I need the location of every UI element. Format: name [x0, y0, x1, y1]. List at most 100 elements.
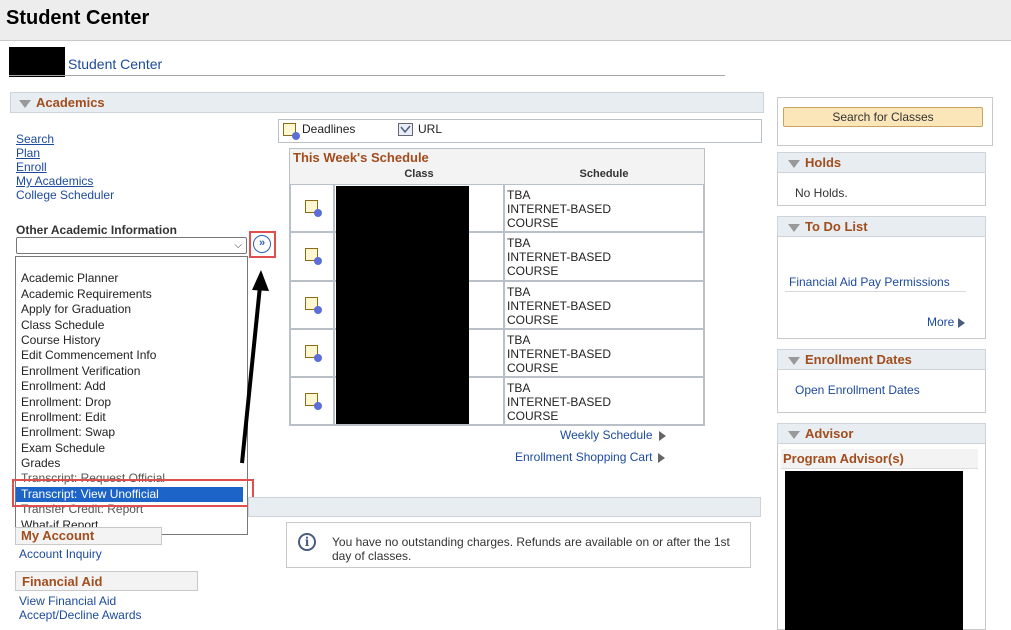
nav-link-enroll[interactable]: Enroll — [16, 160, 47, 174]
academics-header-label: Academics — [36, 95, 105, 110]
dropdown-option[interactable]: Grades — [21, 456, 60, 470]
accept-decline-awards-link[interactable]: Accept/Decline Awards — [19, 608, 142, 622]
schedule-line: INTERNET-BASED — [507, 347, 612, 361]
subtitle-divider — [9, 75, 725, 76]
charges-message: You have no outstanding charges. Refunds… — [332, 535, 730, 563]
table-row-icon-cell — [290, 184, 334, 232]
nav-link-plan[interactable]: Plan — [16, 146, 40, 160]
holds-header[interactable]: Holds — [777, 152, 986, 173]
program-advisor-header: Program Advisor(s) — [781, 449, 978, 469]
dropdown-option[interactable]: Exam Schedule — [21, 441, 105, 455]
more-link[interactable]: More — [927, 315, 966, 329]
collapse-triangle-icon — [788, 430, 800, 439]
table-row-schedule-cell: TBA INTERNET-BASED COURSE — [504, 377, 704, 425]
todo-header-label: To Do List — [805, 219, 868, 234]
collapse-triangle-icon — [788, 356, 800, 365]
financial-aid-header-label: Financial Aid — [22, 574, 103, 589]
weekly-schedule-label: Weekly Schedule — [560, 428, 653, 442]
enrollment-dates-header[interactable]: Enrollment Dates — [777, 349, 986, 370]
arrow-right-icon — [658, 452, 666, 463]
enrollment-cart-link[interactable]: Enrollment Shopping Cart — [515, 450, 666, 464]
page-header: Student Center — [0, 0, 1011, 41]
table-row-schedule-cell: TBA INTERNET-BASED COURSE — [504, 184, 704, 232]
chevron-down-icon: ⌵ — [234, 240, 242, 251]
nav-link-college-scheduler[interactable]: College Scheduler — [16, 188, 114, 202]
redacted-advisor — [785, 471, 963, 630]
account-inquiry-link[interactable]: Account Inquiry — [19, 547, 102, 561]
weekly-schedule-link[interactable]: Weekly Schedule — [560, 428, 666, 442]
annotation-arrow-icon — [240, 270, 269, 464]
table-row-icon-cell — [290, 377, 334, 425]
schedule-line: COURSE — [507, 409, 559, 423]
schedule-line: TBA — [507, 236, 531, 250]
deadlines-icon — [283, 123, 300, 140]
selected-option-highlight — [12, 479, 254, 507]
dropdown-option[interactable]: Enrollment: Drop — [21, 395, 111, 409]
redacted-name — [9, 47, 65, 77]
todo-header[interactable]: To Do List — [777, 216, 986, 237]
schedule-line: INTERNET-BASED — [507, 395, 612, 409]
schedule-line: INTERNET-BASED — [507, 250, 612, 264]
holds-header-label: Holds — [805, 155, 842, 170]
dropdown-option[interactable]: Class Schedule — [21, 318, 104, 332]
schedule-line: COURSE — [507, 216, 559, 230]
page-subtitle: Student Center — [68, 56, 163, 72]
open-enrollment-dates-link[interactable]: Open Enrollment Dates — [795, 383, 920, 397]
redacted-class-names — [336, 186, 469, 424]
table-row-schedule-cell: TBA INTERNET-BASED COURSE — [504, 281, 704, 329]
advisor-header[interactable]: Advisor — [777, 423, 986, 444]
dropdown-option[interactable]: Course History — [21, 333, 100, 347]
url-icon — [398, 123, 413, 136]
todo-item-link[interactable]: Financial Aid Pay Permissions — [789, 275, 950, 289]
dropdown-option[interactable]: Edit Commencement Info — [21, 348, 156, 362]
schedule-line: COURSE — [507, 313, 559, 327]
schedule-line: TBA — [507, 333, 531, 347]
dropdown-option[interactable]: Academic Requirements — [21, 287, 152, 301]
schedule-line: INTERNET-BASED — [507, 202, 612, 216]
dropdown-option[interactable]: Enrollment Verification — [21, 364, 140, 378]
other-academic-label: Other Academic Information — [16, 223, 177, 237]
deadlines-link[interactable]: Deadlines — [302, 122, 355, 136]
my-account-header-label: My Account — [21, 528, 95, 543]
table-row-schedule-cell: TBA INTERNET-BASED COURSE — [504, 232, 704, 281]
schedule-line: TBA — [507, 188, 531, 202]
arrow-right-icon — [958, 317, 966, 328]
collapse-triangle-icon — [788, 223, 800, 232]
class-detail-icon[interactable] — [305, 393, 322, 410]
search-for-classes-button[interactable]: Search for Classes — [783, 107, 983, 127]
table-row-schedule-cell: TBA INTERNET-BASED COURSE — [504, 329, 704, 377]
class-detail-icon[interactable] — [305, 248, 322, 265]
other-academic-select[interactable]: ⌵ — [16, 237, 247, 254]
schedule-line: COURSE — [507, 264, 559, 278]
schedule-line: INTERNET-BASED — [507, 299, 612, 313]
dropdown-option[interactable]: Apply for Graduation — [21, 302, 131, 316]
collapse-triangle-icon — [788, 159, 800, 168]
schedule-line: TBA — [507, 381, 531, 395]
enrollment-cart-label: Enrollment Shopping Cart — [515, 450, 653, 464]
class-detail-icon[interactable] — [305, 345, 322, 362]
my-account-header: My Account — [15, 527, 162, 545]
table-row-icon-cell — [290, 232, 334, 281]
class-detail-icon[interactable] — [305, 297, 322, 314]
table-row-icon-cell — [290, 281, 334, 329]
schedule-line: COURSE — [507, 361, 559, 375]
class-detail-icon[interactable] — [305, 200, 322, 217]
advisor-header-label: Advisor — [805, 426, 854, 441]
todo-divider — [785, 291, 966, 292]
column-header-schedule: Schedule — [579, 168, 629, 180]
academics-header[interactable]: Academics — [10, 92, 764, 113]
dropdown-option[interactable]: Enrollment: Edit — [21, 410, 106, 424]
dropdown-option[interactable]: Academic Planner — [21, 271, 118, 285]
dropdown-option[interactable]: Enrollment: Swap — [21, 425, 115, 439]
url-link[interactable]: URL — [418, 122, 442, 136]
dropdown-option[interactable]: Enrollment: Add — [21, 379, 106, 393]
nav-link-search[interactable]: Search — [16, 132, 54, 146]
nav-link-my-academics[interactable]: My Academics — [16, 174, 93, 188]
go-button[interactable]: » — [249, 231, 276, 258]
financial-aid-header: Financial Aid — [15, 571, 198, 591]
finances-header-bar — [248, 497, 761, 517]
column-header-class: Class — [404, 168, 434, 180]
schedule-line: TBA — [507, 285, 531, 299]
arrow-right-icon — [658, 430, 666, 441]
view-financial-aid-link[interactable]: View Financial Aid — [19, 594, 116, 608]
